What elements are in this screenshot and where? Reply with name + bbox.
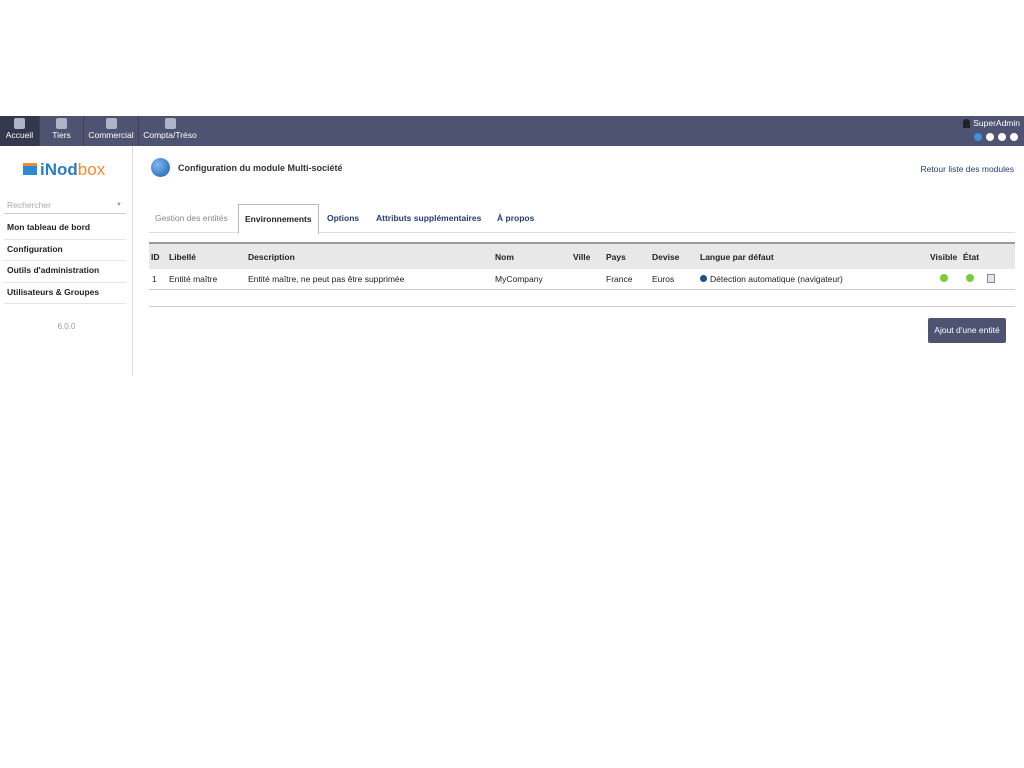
cell-country: France [606,274,633,284]
col-label: Libellé [169,252,196,262]
page-title: Configuration du module Multi-société [151,158,343,177]
language-text: Détection automatique (navigateur) [710,274,843,284]
user-menu[interactable]: SuperAdmin [963,118,1020,129]
tab-a-propos[interactable]: À propos [491,204,540,233]
sidebar: iNodbox Rechercher ▼ Mon tableau de bord … [0,146,133,376]
print-icon[interactable] [986,133,994,141]
sidebar-item-dashboard[interactable]: Mon tableau de bord [4,218,126,240]
version: 6.0.0 [57,322,76,331]
cell-name: MyCompany [495,274,543,284]
globe-icon[interactable] [974,133,982,141]
table-row: 1 Entité maître Entité maître, ne peut p… [149,269,1015,290]
edit-button[interactable] [987,274,995,285]
nav-compta[interactable]: Compta/Tréso [139,116,201,146]
cell-description: Entité maître, ne peut pas être supprimé… [248,274,405,284]
logo[interactable]: iNodbox [23,160,105,180]
back-to-modules-link[interactable]: Retour liste des modules [920,164,1014,174]
tab-options[interactable]: Options [321,204,365,233]
col-language: Langue par défaut [700,252,774,262]
tabs: Gestion des entités Environnements Optio… [149,204,1015,234]
col-state: État [963,252,980,262]
tab-environnements[interactable]: Environnements [238,204,319,234]
folder-icon [23,163,37,175]
edit-icon [987,274,995,283]
col-id: ID [151,252,160,262]
cell-currency: Euros [652,274,675,284]
col-description: Description [248,252,295,262]
logout-icon[interactable] [1010,133,1018,141]
col-visible: Visible [930,252,958,262]
cell-language: Détection automatique (navigateur) [700,274,843,284]
cell-id: 1 [152,274,157,284]
cell-label: Entité maître [169,274,218,284]
tab-gestion-entites[interactable]: Gestion des entités [149,204,234,233]
sidebar-item-configuration[interactable]: Configuration [4,240,126,261]
col-name: Nom [495,252,514,262]
person-icon [105,118,117,129]
help-icon[interactable] [998,133,1006,141]
top-navbar: Accueil Tiers Commercial Compta/Tréso [0,116,1024,146]
sidebar-item-users-groups[interactable]: Utilisateurs & Groupes [4,283,126,304]
nav-commercial[interactable]: Commercial [84,116,139,146]
col-currency: Devise [652,252,680,262]
search-input[interactable]: Rechercher ▼ [4,198,126,214]
globe-icon [151,158,170,177]
coins-icon [164,118,176,129]
table-header: ID Libellé Description Nom Ville Pays De… [149,242,1015,269]
toolbar-icons [974,133,1018,141]
status-on-icon [940,274,948,282]
nav-accueil[interactable]: Accueil [0,116,40,146]
add-entity-button[interactable]: Ajout d'une entité [928,318,1006,343]
entities-table: ID Libellé Description Nom Ville Pays De… [149,242,1015,290]
building-icon [56,118,67,129]
home-icon [14,118,25,129]
sidebar-item-admin-tools[interactable]: Outils d'administration [4,261,126,283]
nav-tiers[interactable]: Tiers [40,116,84,146]
col-city: Ville [573,252,591,262]
chevron-down-icon: ▼ [116,202,122,208]
user-avatar-icon [963,119,971,129]
visible-toggle[interactable] [940,274,948,284]
divider [149,306,1015,307]
status-on-icon [966,274,974,282]
globe-icon [700,275,707,282]
tab-attributs[interactable]: Attributs supplémentaires [370,204,487,233]
col-country: Pays [606,252,626,262]
state-toggle[interactable] [966,274,974,284]
